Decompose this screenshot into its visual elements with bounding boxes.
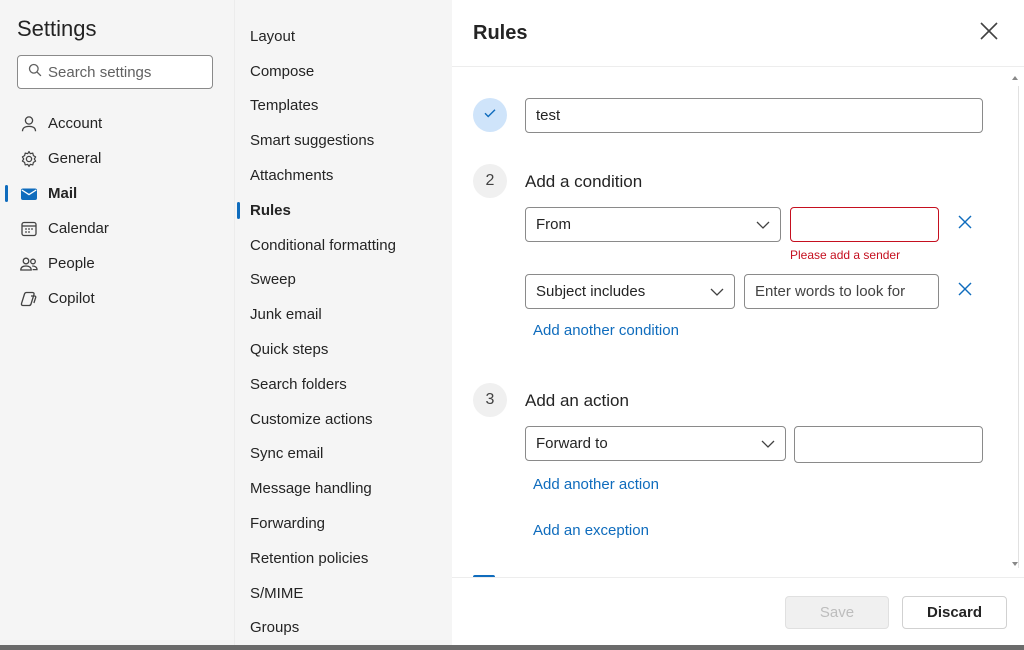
menu-item-smart-suggestions[interactable]: Smart suggestions xyxy=(235,123,453,158)
nav-item-label: Mail xyxy=(48,185,78,202)
chevron-down-icon xyxy=(710,283,724,300)
close-button[interactable] xyxy=(976,20,1002,46)
scroll-down-arrow-icon[interactable] xyxy=(1012,562,1018,566)
menu-item-customize-actions[interactable]: Customize actions xyxy=(235,402,453,437)
menu-item-forwarding[interactable]: Forwarding xyxy=(235,506,453,541)
menu-item-conditional-formatting[interactable]: Conditional formatting xyxy=(235,228,453,263)
rule-name-input[interactable] xyxy=(525,98,983,133)
step-3-title: Add an action xyxy=(525,391,629,410)
remove-condition-2-button[interactable] xyxy=(955,281,975,301)
condition-1-value: From xyxy=(536,216,571,233)
sender-error-message: Please add a sender xyxy=(790,248,901,262)
discard-button[interactable]: Discard xyxy=(902,596,1007,629)
menu-item-sync-email[interactable]: Sync email xyxy=(235,437,453,472)
save-button[interactable]: Save xyxy=(785,596,889,629)
people-icon xyxy=(19,254,39,274)
close-icon xyxy=(979,21,999,46)
menu-item-sweep[interactable]: Sweep xyxy=(235,263,453,298)
step-2-indicator: 2 xyxy=(473,164,507,198)
nav-item-general[interactable]: General xyxy=(0,141,234,176)
nav-item-label: People xyxy=(48,255,95,272)
rule-editor-scroll: 2 Add a condition From Please add a send… xyxy=(452,67,1024,577)
sender-input[interactable] xyxy=(790,207,939,242)
nav-item-calendar[interactable]: Calendar xyxy=(0,211,234,246)
person-icon xyxy=(19,114,39,134)
mail-settings-menu: Layout Compose Templates Smart suggestio… xyxy=(234,0,452,650)
menu-item-junk-email[interactable]: Junk email xyxy=(235,297,453,332)
search-settings-box[interactable] xyxy=(17,55,213,89)
copilot-icon xyxy=(19,289,39,309)
mail-icon xyxy=(19,184,39,204)
chevron-down-icon xyxy=(756,216,770,233)
condition-2-value: Subject includes xyxy=(536,283,646,300)
menu-item-search-folders[interactable]: Search folders xyxy=(235,367,453,402)
pane-title: Rules xyxy=(473,22,528,44)
step-3-indicator: 3 xyxy=(473,383,507,417)
add-another-condition-link[interactable]: Add another condition xyxy=(533,322,679,339)
menu-item-quick-steps[interactable]: Quick steps xyxy=(235,332,453,367)
taskbar-edge xyxy=(0,645,1024,650)
nav-item-label: General xyxy=(48,150,102,167)
chevron-down-icon xyxy=(761,435,775,452)
menu-item-compose[interactable]: Compose xyxy=(235,54,453,89)
remove-condition-1-button[interactable] xyxy=(955,214,975,234)
menu-item-templates[interactable]: Templates xyxy=(235,89,453,124)
menu-item-message-handling[interactable]: Message handling xyxy=(235,471,453,506)
nav-item-label: Copilot xyxy=(48,290,95,307)
scroll-up-arrow-icon[interactable] xyxy=(1012,76,1018,80)
nav-item-mail[interactable]: Mail xyxy=(0,176,234,211)
forward-to-input[interactable] xyxy=(794,426,983,463)
menu-item-layout[interactable]: Layout xyxy=(235,19,453,54)
gear-icon xyxy=(19,149,39,169)
settings-nav: Account General Mail Calendar People Cop… xyxy=(0,106,234,316)
menu-item-groups[interactable]: Groups xyxy=(235,611,453,646)
settings-sidebar: Settings Account General Mail xyxy=(0,0,234,650)
rules-pane: Rules 2 Add a condition From Please add … xyxy=(452,0,1024,650)
step-1-indicator xyxy=(473,98,507,132)
subject-words-input[interactable] xyxy=(744,274,939,309)
add-another-action-link[interactable]: Add another action xyxy=(533,476,659,493)
checkmark-icon xyxy=(483,106,497,125)
condition-1-dropdown[interactable]: From xyxy=(525,207,781,242)
close-icon xyxy=(958,215,972,234)
action-dropdown[interactable]: Forward to xyxy=(525,426,786,461)
calendar-icon xyxy=(19,219,39,239)
search-settings-input[interactable] xyxy=(48,63,198,81)
step-2-title: Add a condition xyxy=(525,172,643,191)
nav-item-account[interactable]: Account xyxy=(0,106,234,141)
action-value: Forward to xyxy=(536,435,608,452)
menu-item-rules[interactable]: Rules xyxy=(235,193,453,228)
nav-item-label: Calendar xyxy=(48,220,109,237)
footer-divider xyxy=(452,577,1024,578)
close-icon xyxy=(958,282,972,301)
settings-title: Settings xyxy=(17,16,97,41)
scrollbar[interactable] xyxy=(1010,72,1022,572)
add-an-exception-link[interactable]: Add an exception xyxy=(533,522,649,539)
nav-item-copilot[interactable]: Copilot xyxy=(0,281,234,316)
search-icon xyxy=(28,63,48,82)
condition-2-dropdown[interactable]: Subject includes xyxy=(525,274,735,309)
nav-item-label: Account xyxy=(48,115,103,132)
menu-item-attachments[interactable]: Attachments xyxy=(235,158,453,193)
menu-item-retention-policies[interactable]: Retention policies xyxy=(235,541,453,576)
scrollbar-thumb[interactable] xyxy=(1011,86,1019,568)
menu-item-smime[interactable]: S/MIME xyxy=(235,576,453,611)
nav-item-people[interactable]: People xyxy=(0,246,234,281)
